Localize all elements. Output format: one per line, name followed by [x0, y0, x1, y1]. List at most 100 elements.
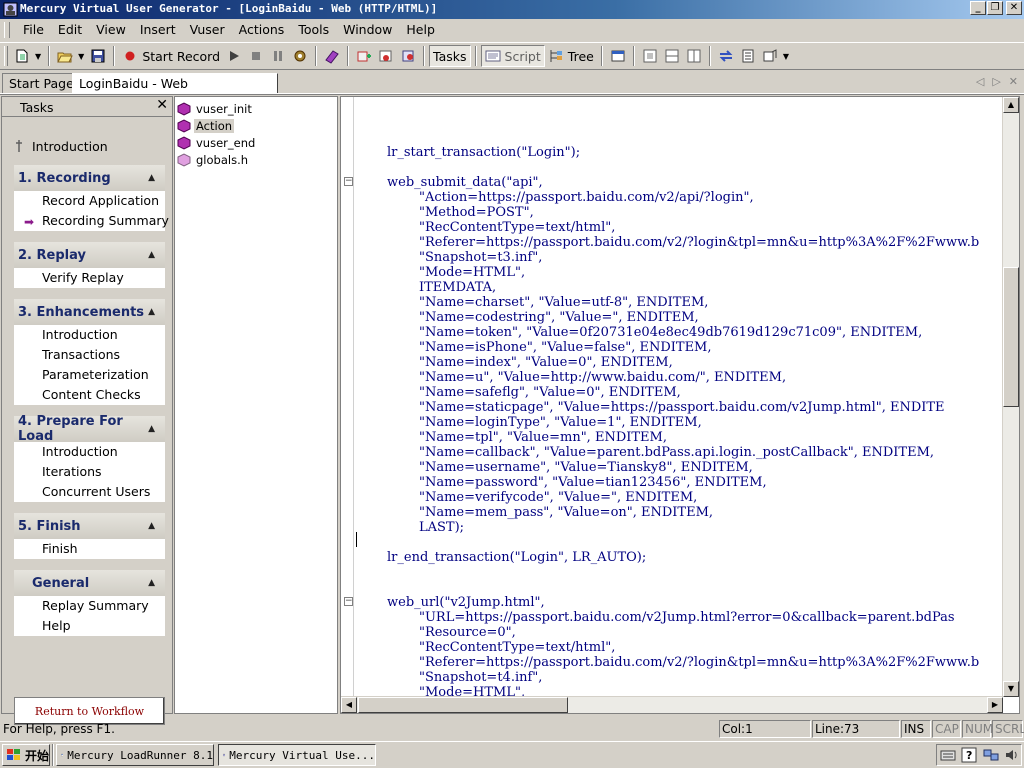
new-script-button[interactable]: ▼ [11, 45, 44, 67]
task-item-help[interactable]: Help [14, 616, 165, 636]
tab-start-page[interactable]: Start Page [2, 73, 81, 94]
tab-close-icon[interactable]: ✕ [1009, 75, 1018, 88]
insert-step-button[interactable] [353, 45, 375, 67]
task-group-header[interactable]: 5. Finish ▲ [14, 513, 165, 539]
task-group-header[interactable]: General ▲ [14, 570, 165, 596]
dropdown-arrow-icon[interactable]: ▼ [35, 52, 41, 61]
collapse-chevron-icon[interactable]: ▲ [148, 307, 155, 317]
menu-insert[interactable]: Insert [133, 21, 183, 39]
collapse-chevron-icon[interactable]: ▲ [148, 521, 155, 531]
task-item-introduction[interactable]: Introduction [14, 442, 165, 462]
close-button[interactable]: ✕ [1006, 1, 1022, 15]
fold-toggle-icon[interactable]: − [344, 597, 353, 606]
tasks-pane-header: Tasks ✕ [2, 97, 172, 117]
code-area[interactable]: lr_start_transaction("Login"); web_submi… [355, 97, 1003, 697]
stop-button[interactable] [245, 45, 267, 67]
task-introduction-link[interactable]: Introduction [14, 135, 164, 157]
task-item-verify-replay[interactable]: Verify Replay [14, 268, 165, 288]
save-button[interactable] [87, 45, 109, 67]
scroll-right-arrow-icon[interactable]: ▶ [987, 697, 1003, 713]
open-button[interactable]: ▼ [54, 45, 87, 67]
task-group-header[interactable]: 3. Enhancements ▲ [14, 299, 165, 325]
layout-2-button[interactable] [661, 45, 683, 67]
tree-item-vuser-init[interactable]: vuser_init [177, 100, 254, 117]
task-item-recording-summary[interactable]: ➡ Recording Summary [14, 211, 169, 231]
collapse-chevron-icon[interactable]: ▲ [148, 250, 155, 260]
scroll-left-arrow-icon[interactable]: ◀ [341, 697, 357, 713]
menu-vuser[interactable]: Vuser [183, 21, 232, 39]
start-record-button[interactable]: Start Record [119, 45, 223, 67]
compile-button[interactable] [321, 45, 343, 67]
dropdown-arrow-icon[interactable]: ▼ [78, 52, 84, 61]
task-item-parameterization[interactable]: Parameterization [14, 365, 165, 385]
task-item-record-application[interactable]: Record Application [14, 191, 165, 211]
snapshot-button[interactable] [607, 45, 629, 67]
restore-button[interactable]: ❐ [987, 1, 1003, 15]
tab-login-baidu[interactable]: LoginBaidu - Web (HTTP/HTML) [72, 73, 278, 110]
keyboard-icon[interactable] [940, 748, 956, 762]
task-group-header[interactable]: 2. Replay ▲ [14, 242, 165, 268]
run-button[interactable] [223, 45, 245, 67]
taskbar-item-vugen[interactable]: Mercury Virtual Use... [218, 744, 376, 766]
status-num: NUM [962, 720, 993, 738]
horizontal-scroll-thumb[interactable] [358, 697, 568, 713]
menu-file[interactable]: File [16, 21, 51, 39]
breakpoint-button[interactable] [375, 45, 397, 67]
menu-tools[interactable]: Tools [291, 21, 336, 39]
toolbar-separator [632, 46, 635, 66]
task-item-finish[interactable]: Finish [14, 539, 165, 559]
help-icon[interactable]: ? [961, 747, 977, 763]
task-group-prepare-for-load: 4. Prepare For Load ▲ Introduction Iterat… [14, 414, 165, 502]
task-item-replay-summary[interactable]: Replay Summary [14, 596, 165, 616]
parameters-button[interactable] [737, 45, 759, 67]
task-item-concurrent-users[interactable]: Concurrent Users [14, 482, 165, 502]
bookmark-button[interactable] [397, 45, 419, 67]
layout-1-button[interactable] [639, 45, 661, 67]
runtime-settings-button[interactable] [289, 45, 311, 67]
menu-actions[interactable]: Actions [232, 21, 292, 39]
start-button[interactable]: 开始 [2, 744, 50, 766]
script-editor[interactable]: − − lr_start_transaction("Login"); web_s… [340, 96, 1020, 714]
code-line: "Name=verifycode", "Value=", ENDITEM, [419, 490, 698, 505]
network-icon[interactable] [983, 748, 999, 762]
volume-icon[interactable] [1004, 748, 1018, 762]
scroll-down-arrow-icon[interactable]: ▼ [1003, 681, 1019, 697]
tasks-close-icon[interactable]: ✕ [156, 97, 168, 113]
menu-view[interactable]: View [89, 21, 133, 39]
task-group-header[interactable]: 1. Recording ▲ [14, 165, 165, 191]
menu-grip[interactable] [4, 22, 10, 38]
taskbar-item-loadrunner[interactable]: Mercury LoadRunner 8.1 [56, 744, 214, 766]
menu-help[interactable]: Help [399, 21, 442, 39]
tree-item-globals-h[interactable]: globals.h [177, 151, 250, 168]
tasks-view-button[interactable]: Tasks [429, 45, 471, 67]
task-item-introduction[interactable]: Introduction [14, 325, 165, 345]
collapse-chevron-icon[interactable]: ▲ [148, 424, 155, 434]
collapse-chevron-icon[interactable]: ▲ [148, 173, 155, 183]
task-group-header[interactable]: 4. Prepare For Load ▲ [14, 414, 165, 444]
tab-scroll-left-icon[interactable]: ◁ [976, 75, 984, 88]
tree-item-action[interactable]: Action [177, 117, 235, 134]
fold-toggle-icon[interactable]: − [344, 177, 353, 186]
layout-3-button[interactable] [683, 45, 705, 67]
tree-item-vuser-end[interactable]: vuser_end [177, 134, 257, 151]
tree-view-button[interactable]: Tree [545, 45, 597, 67]
sync-button[interactable] [715, 45, 737, 67]
script-view-button[interactable]: Script [480, 45, 545, 67]
dropdown-arrow-icon[interactable]: ▼ [783, 52, 789, 61]
task-item-iterations[interactable]: Iterations [14, 462, 165, 482]
menu-window[interactable]: Window [336, 21, 399, 39]
horizontal-scrollbar[interactable]: ◀ ▶ [341, 696, 1003, 713]
task-item-transactions[interactable]: Transactions [14, 345, 165, 365]
vertical-scroll-thumb[interactable] [1003, 267, 1019, 407]
toolbar-grip[interactable] [4, 46, 8, 66]
minimize-button[interactable]: _ [970, 1, 986, 15]
vertical-scrollbar[interactable]: ▲ ▼ [1002, 97, 1019, 697]
collapse-chevron-icon[interactable]: ▲ [148, 578, 155, 588]
menu-edit[interactable]: Edit [51, 21, 89, 39]
tab-scroll-right-icon[interactable]: ▷ [992, 75, 1000, 88]
extra-tool-button[interactable]: ▼ [759, 45, 792, 67]
code-line: "Snapshot=t3.inf", [419, 250, 543, 265]
scroll-up-arrow-icon[interactable]: ▲ [1003, 97, 1019, 113]
task-item-content-checks[interactable]: Content Checks [14, 385, 165, 405]
pause-button[interactable] [267, 45, 289, 67]
